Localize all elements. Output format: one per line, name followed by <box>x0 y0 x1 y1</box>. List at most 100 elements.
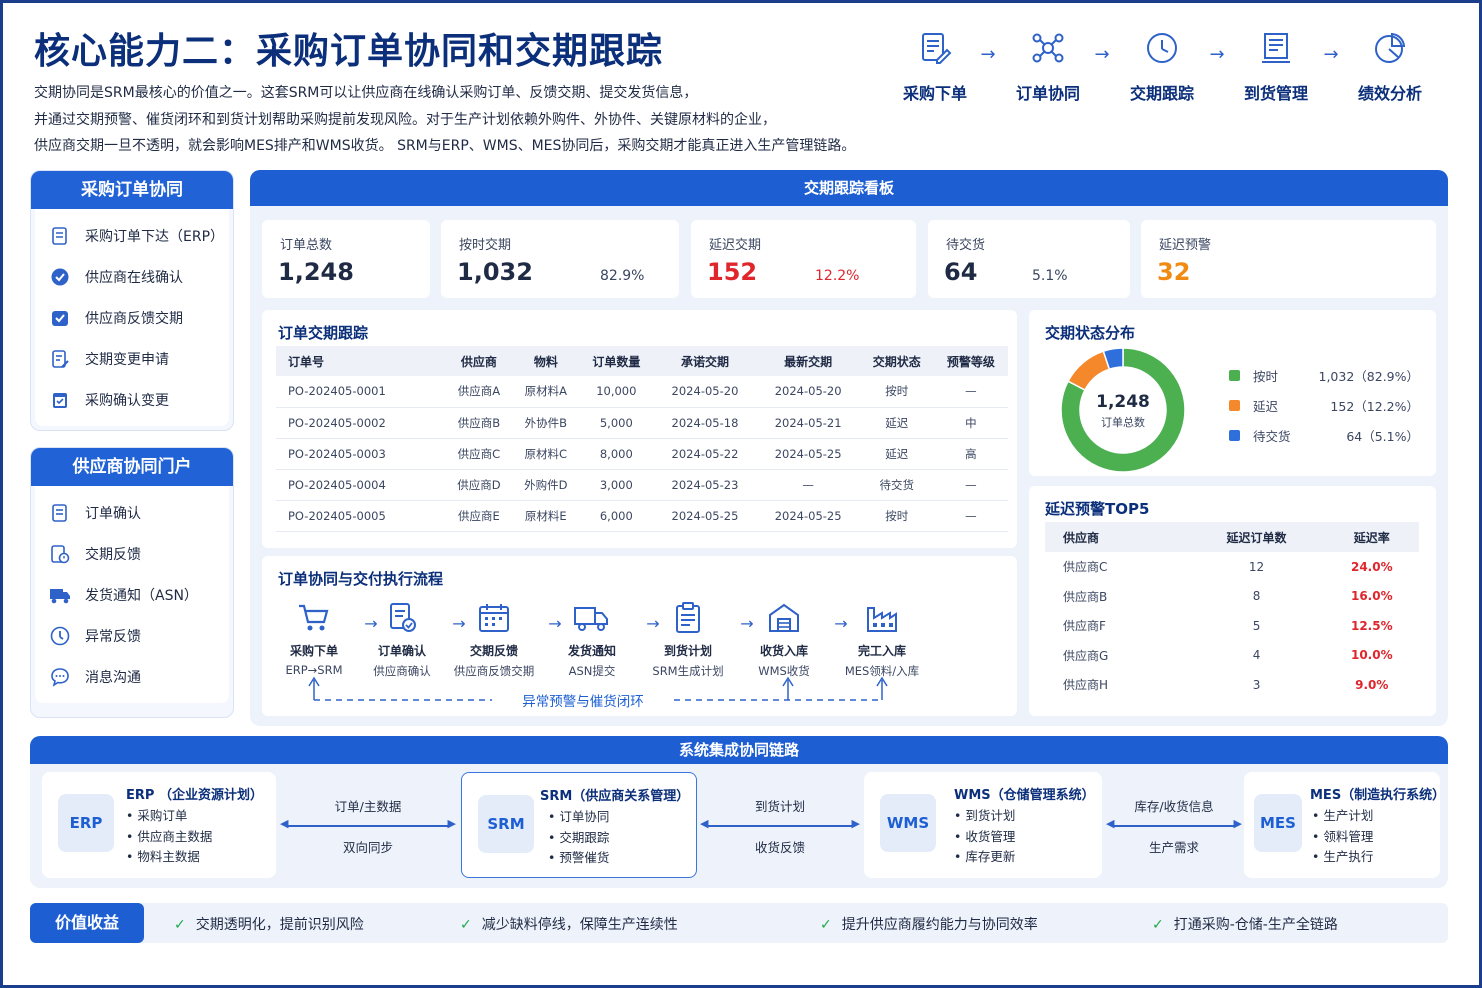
feature-item: • 预警催货 <box>548 850 610 865</box>
cell-po: PO-202405-0002 <box>276 407 446 439</box>
column-header: 承诺交期 <box>653 346 757 376</box>
cell-supplier: 供应商E <box>445 500 513 532</box>
cell-warning: — <box>933 376 1008 408</box>
feature-item: • 物料主数据 <box>126 849 200 864</box>
table-row[interactable]: PO-202405-0002 供应商B 外协件B 5,000 2024-05-1… <box>276 407 1008 439</box>
top-flow-step-po[interactable]: 采购下单 <box>890 30 980 104</box>
top-flow-label: 采购下单 <box>902 84 967 103</box>
table-header-row: 供应商 延迟订单数 延迟率 <box>1045 522 1419 552</box>
srm-logo-icon: SRM <box>478 795 534 853</box>
legend-value: 1,032（82.9%） <box>1318 369 1420 384</box>
table-row[interactable]: PO-202405-0003 供应商C 原材料C 8,000 2024-05-2… <box>276 438 1008 470</box>
cell-quantity: 3,000 <box>579 469 654 501</box>
cell-supplier: 供应商A <box>445 376 513 408</box>
column-header: 供应商 <box>1045 522 1189 552</box>
table-row[interactable]: 供应商H 3 9.0% <box>1045 670 1419 700</box>
portal-menu-item-order-confirm[interactable]: 订单确认 <box>35 492 229 533</box>
kpi-value: 1,248 <box>278 258 354 286</box>
cell-warning: — <box>933 469 1008 501</box>
cell-po: PO-202405-0001 <box>276 376 446 408</box>
table-row[interactable]: 供应商B 8 16.0% <box>1045 582 1419 612</box>
kpi-value: 152 <box>707 258 758 286</box>
cell-rate: 9.0% <box>1355 677 1389 692</box>
cell-status: 延迟 <box>859 407 934 439</box>
cell-po: PO-202405-0004 <box>276 469 446 501</box>
integration-title: 系统集成协同链路 <box>30 736 1448 764</box>
link-wms-mes: 库存/收货信息 ◀ ▶ 生产需求 <box>1106 796 1242 856</box>
table-row[interactable]: PO-202405-0005 供应商E 原材料E 6,000 2024-05-2… <box>276 500 1008 532</box>
shield-check-icon <box>49 307 71 329</box>
po-menu-item-confirm[interactable]: 供应商在线确认 <box>35 256 229 297</box>
legend-name: 延迟 <box>1253 399 1279 414</box>
pie-chart-icon <box>1375 32 1406 63</box>
cell-po: PO-202405-0005 <box>276 500 446 532</box>
po-menu-item-confirm-change[interactable]: 采购确认变更 <box>35 379 229 420</box>
system-card-srm[interactable]: SRM SRM（供应商关系管理） • 订单协同 • 交期跟踪 • 预警催货 <box>461 772 697 878</box>
cell-quantity: 6,000 <box>579 500 654 532</box>
portal-menu-item-messages[interactable]: 消息沟通 <box>35 656 229 697</box>
cell-promised-date: 2024-05-25 <box>653 500 757 532</box>
value-item: ✓ 打通采购-仓储-生产全链路 <box>1152 914 1338 934</box>
po-menu-item-issue[interactable]: 采购订单下达（ERP） <box>35 215 229 256</box>
menu-item-label: 采购订单下达（ERP） <box>85 228 225 245</box>
kpi-label: 延迟交期 <box>709 238 762 253</box>
system-card-wms[interactable]: WMS WMS（仓储管理系统） • 到货计划 • 收货管理 • 库存更新 <box>864 772 1102 878</box>
feature-item: • 到货计划 <box>954 808 1016 823</box>
system-card-erp[interactable]: ERP ERP （企业资源计划） • 采购订单 • 供应商主数据 • 物料主数据 <box>42 772 276 878</box>
truck-icon <box>49 584 71 606</box>
table-header-row: 订单号 供应商 物料 订单数量 承诺交期 最新交期 交期状态 预警等级 <box>276 346 1008 376</box>
feature-item: • 供应商主数据 <box>126 828 213 844</box>
clock-icon <box>1147 33 1177 63</box>
logo-text: ERP <box>69 814 103 832</box>
top-flow-step-arrival[interactable]: 到货管理 <box>1231 30 1321 104</box>
cell-rate: 16.0% <box>1350 589 1393 604</box>
cell-latest-date: 2024-05-21 <box>756 407 860 439</box>
column-header: 订单数量 <box>579 346 654 376</box>
table-row[interactable]: 供应商F 5 12.5% <box>1045 611 1419 641</box>
intro-line: 并通过交期预警、催货闭环和到货计划帮助采购提前发现风险。对于生产计划依赖外购件、… <box>34 111 776 128</box>
link-bottom-label: 生产需求 <box>1148 840 1199 855</box>
cell-latest-date: — <box>756 469 860 501</box>
feature-item: • 生产执行 <box>1312 849 1374 864</box>
value-item: ✓ 提升供应商履约能力与协同效率 <box>820 914 1038 934</box>
cell-quantity: 10,000 <box>579 376 654 408</box>
portal-menu-item-delivery-feedback[interactable]: 交期反馈 <box>35 533 229 574</box>
legend-swatch <box>1229 370 1240 381</box>
top-flow: 采购下单 → 订单协同 → 交期跟踪 → 到货管理 → 绩效分析 <box>890 30 1450 110</box>
top-flow-step-performance[interactable]: 绩效分析 <box>1345 30 1435 104</box>
table-row[interactable]: 供应商C 12 24.0% <box>1045 552 1419 582</box>
kpi-label: 订单总数 <box>280 238 333 253</box>
po-menu-item-change-request[interactable]: 交期变更申请 <box>35 338 229 379</box>
donut-slice-1 <box>1067 350 1111 392</box>
portal-menu-item-asn[interactable]: 发货通知（ASN） <box>35 574 229 615</box>
cell-status: 待交货 <box>859 469 934 501</box>
menu-item-label: 交期变更申请 <box>85 351 169 368</box>
table-row[interactable]: PO-202405-0004 供应商D 外购件D 3,000 2024-05-2… <box>276 469 1008 501</box>
double-arrow-icon: ◀ ▶ <box>700 817 860 833</box>
value-text: 减少缺料停线，保障生产连续性 <box>481 917 678 933</box>
link-top-label: 库存/收货信息 <box>1134 799 1214 814</box>
cell-count: 5 <box>1252 618 1261 633</box>
cell-po: PO-202405-0003 <box>276 438 446 470</box>
portal-menu-item-exception[interactable]: 异常反馈 <box>35 615 229 656</box>
document-edit-icon <box>49 348 71 370</box>
arrow-right-icon: → <box>1209 44 1225 65</box>
cell-promised-date: 2024-05-23 <box>653 469 757 501</box>
kpi-label: 按时交期 <box>459 238 512 253</box>
po-menu-item-feedback[interactable]: 供应商反馈交期 <box>35 297 229 338</box>
cell-rate: 10.0% <box>1350 648 1393 663</box>
table-row[interactable]: PO-202405-0001 供应商A 原材料A 10,000 2024-05-… <box>276 376 1008 408</box>
arrow-right-icon: → <box>1094 44 1110 65</box>
arrow-right-icon: → <box>980 44 996 65</box>
alert-circle-icon <box>49 625 71 647</box>
kpi-delay-warning: 延迟预警 32 <box>1141 220 1436 298</box>
donut-center-value: 1,248 <box>1096 392 1150 412</box>
column-header: 延迟率 <box>1324 522 1419 552</box>
system-card-mes[interactable]: MES MES（制造执行系统） • 生产计划 • 领料管理 • 生产执行 <box>1244 772 1445 878</box>
top-flow-step-collab[interactable]: 订单协同 <box>1003 30 1093 104</box>
top-flow-step-track[interactable]: 交期跟踪 <box>1117 30 1207 104</box>
cell-supplier: 供应商G <box>1063 648 1109 663</box>
table-row[interactable]: 供应商G 4 10.0% <box>1045 641 1419 671</box>
menu-item-label: 发货通知（ASN） <box>85 587 198 604</box>
value-badge: 价值收益 <box>30 903 144 943</box>
